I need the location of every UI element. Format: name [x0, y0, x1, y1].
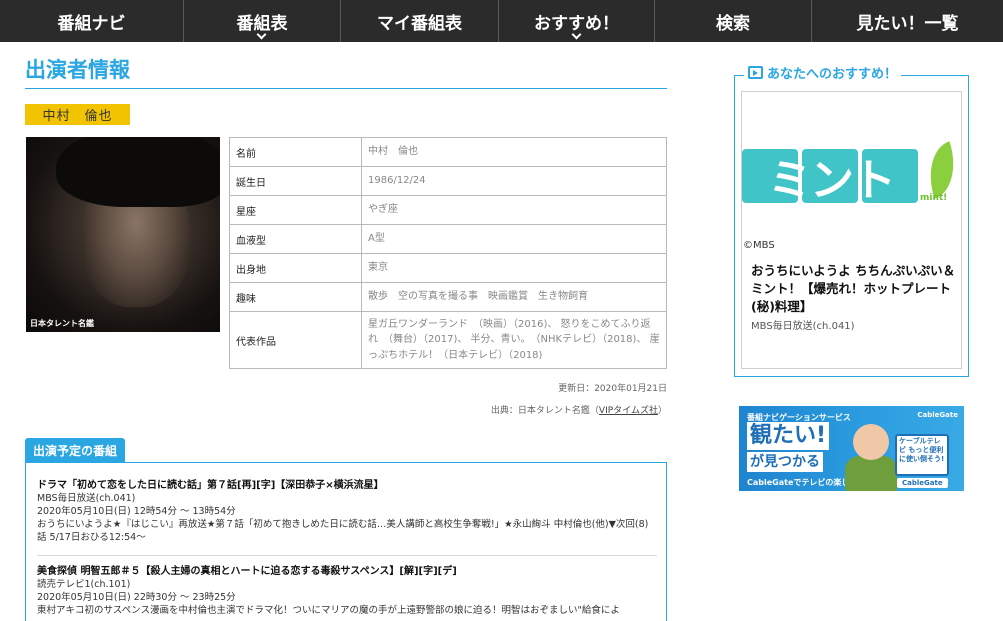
program-title[interactable]: ドラマ「初めて恋をした日に読む話」第７話[再][字]【深田恭子×横浜流星】: [37, 479, 657, 492]
nav-item-bangumihyo[interactable]: 番組表: [183, 0, 340, 42]
profile-row: 名前 中村 倫也: [229, 137, 667, 167]
program-time: 2020年05月10日(日) 12時54分 〜 13時54分: [37, 506, 236, 517]
leaf-icon: [919, 141, 965, 199]
schedule-list: ドラマ「初めて恋をした日に読む話」第７話[再][字]【深田恭子×横浜流星】 MB…: [25, 462, 667, 621]
list-item[interactable]: ドラマ「初めて恋をした日に読む話」第７話[再][字]【深田恭子×横浜流星】 MB…: [37, 479, 657, 544]
copyright: ©MBS: [743, 240, 775, 251]
recommendation-channel: MBS毎日放送(ch.041): [751, 321, 855, 332]
cablegate-logo: CableGate: [917, 411, 958, 419]
cablegate-banner[interactable]: 番組ナビゲーションサービス 観たい! が見つかる CableGateでテレビの楽…: [739, 406, 964, 491]
photo-caption: 日本タレント名鑑: [30, 319, 94, 328]
profile-row: 出身地 東京: [229, 253, 667, 283]
program-description: おうちにいようよ★『はじこい』再放送★第７話「初めて抱きしめた日に読む話…美人講…: [37, 519, 649, 543]
program-logo: ミント mint!: [742, 141, 965, 215]
profile-row: 誕生日 1986/12/24: [229, 166, 667, 196]
program-title[interactable]: 美食探偵 明智五郎＃５【殺人主婦の真相とハートに迫る恋する毒殺サスペンス】[解]…: [37, 565, 657, 578]
recommendation-title[interactable]: おうちにいようよ ちちんぷいぷい＆ミント！【爆売れ！ホットプレート(秘)料理】: [751, 262, 956, 316]
nav-item-osusume[interactable]: おすすめ！: [498, 0, 654, 42]
updated-date: 更新日：2020年01月21日: [558, 384, 667, 394]
source-link[interactable]: VIPタイムズ社: [599, 406, 658, 416]
divider: [37, 555, 657, 556]
schedule-tab: 出演予定の番組: [25, 438, 126, 462]
nav-item-search[interactable]: 検索: [654, 0, 811, 42]
source-credit: 出典：日本タレント名鑑（VIPタイムズ社）: [490, 406, 667, 416]
performer-name-tag: 中村 倫也: [25, 104, 130, 125]
performer-photo: 日本タレント名鑑: [26, 137, 220, 332]
global-nav: 番組ナビ 番組表 マイ番組表 おすすめ！ 検索 見たい！一覧: [0, 0, 1003, 42]
profile-row: 血液型 A型: [229, 224, 667, 254]
child-illustration: [853, 424, 889, 460]
cablegate-button: CableGate: [897, 478, 948, 488]
profile-row: 趣味 散歩 空の写真を撮る事 映画鑑賞 生き物飼育: [229, 282, 667, 312]
program-channel: MBS毎日放送(ch.041): [37, 493, 136, 504]
recommendation-heading: あなたへのおすすめ！: [744, 63, 902, 82]
profile-row: 代表作品 星ガ丘ワンダーランド （映画）（2016)、 怒りをこめてふり返れ （舞…: [229, 311, 667, 369]
program-channel: 読売テレビ1(ch.101): [37, 579, 131, 590]
nav-item-my-bangumihyo[interactable]: マイ番組表: [340, 0, 498, 42]
list-item[interactable]: 美食探偵 明智五郎＃５【殺人主婦の真相とハートに迫る恋する毒殺サスペンス】[解]…: [37, 565, 657, 617]
tv-icon: [748, 66, 763, 79]
nav-item-watchlist[interactable]: 見たい！一覧: [811, 0, 1003, 42]
title-divider: [25, 88, 667, 89]
page-title: 出演者情報: [25, 58, 130, 82]
program-description: 東村アキコ初のサスペンス漫画を中村倫也主演でドラマ化！ついにマリアの魔の手が上遠…: [37, 605, 620, 616]
profile-table: 名前 中村 倫也 誕生日 1986/12/24 星座 やぎ座 血液型 A型 出身地 東京 …: [229, 137, 667, 369]
recommendation-card[interactable]: ミント mint! ©MBS おうちにいようよ ちちんぷいぷい＆ミント！【爆売れ…: [741, 91, 965, 369]
profile-row: 星座 やぎ座: [229, 195, 667, 225]
nav-item-bangumi-navi[interactable]: 番組ナビ: [0, 0, 183, 42]
program-time: 2020年05月10日(日) 22時30分 〜 23時25分: [37, 592, 236, 603]
